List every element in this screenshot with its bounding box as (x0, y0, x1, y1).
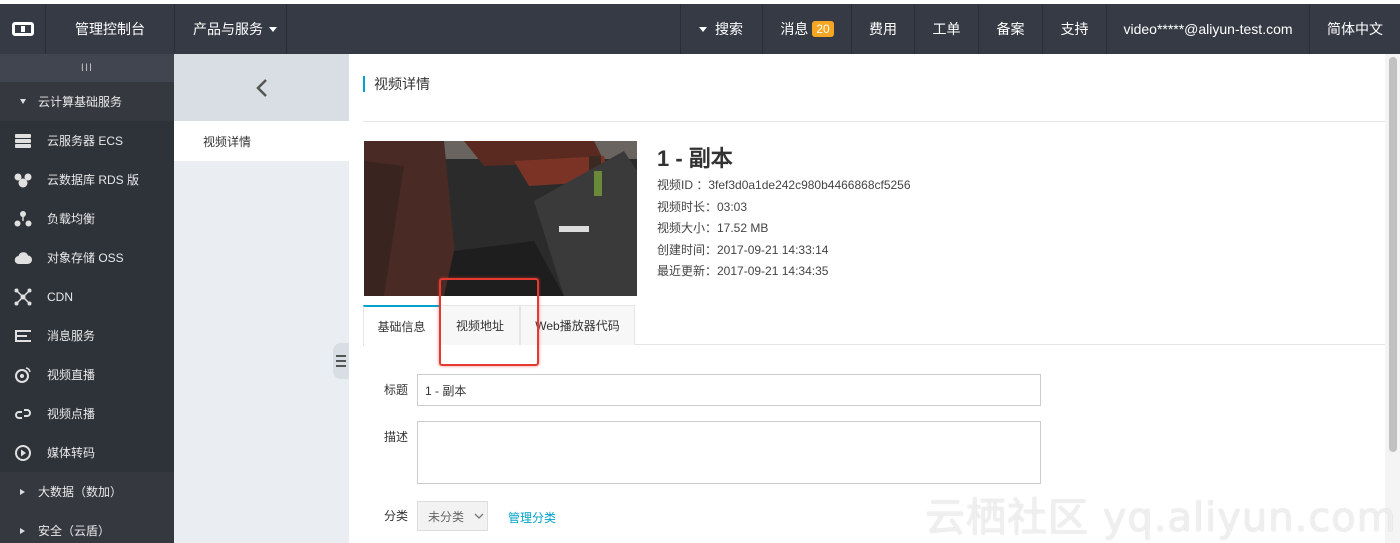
collapse-subnav-toggle[interactable] (333, 343, 349, 379)
sidebar-toggle[interactable]: III (0, 54, 174, 82)
triangle-right-icon (20, 527, 25, 534)
triangle-down-icon (20, 99, 26, 104)
page-title: 视频详情 (363, 76, 430, 92)
transcode-icon (15, 444, 31, 461)
page-scrollbar[interactable] (1385, 54, 1400, 543)
sidebar-item-label: 云服务器 ECS (47, 134, 124, 148)
video-title: 1 - 副本 (657, 146, 733, 171)
messages-count-badge: 20 (812, 21, 834, 37)
account-menu[interactable]: video*****@aliyun-test.com (1107, 4, 1310, 54)
sidebar-item-label: CDN (47, 289, 73, 304)
menu-icon (336, 355, 346, 367)
load-balancer-icon (14, 210, 32, 226)
billing-link[interactable]: 费用 (852, 4, 915, 54)
live-video-icon (15, 366, 31, 383)
sidebar-item-cdn[interactable]: CDN (0, 277, 174, 316)
video-updated: 最近更新：2017-09-21 14:34:35 (657, 264, 829, 278)
sidebar: III 云计算基础服务 云服务器 ECS 云数据库 RDS 版 负载均衡 对象存… (0, 54, 174, 543)
sidebar-item-label: 视频点播 (47, 407, 96, 421)
back-button[interactable] (174, 54, 349, 121)
video-created: 创建时间：2017-09-21 14:33:14 (657, 242, 829, 257)
sidebar-group-bigdata[interactable]: 大数据（数加） (0, 472, 174, 511)
triangle-right-icon (20, 488, 25, 495)
sidebar-item-label: 对象存储 OSS (47, 251, 124, 265)
sidebar-group-cloud[interactable]: 云计算基础服务 (0, 82, 174, 121)
subnav-item-video-detail[interactable]: 视频详情 (174, 121, 349, 161)
topbar-spacer (287, 4, 681, 54)
aliyun-logo[interactable] (0, 4, 46, 54)
support-link[interactable]: 支持 (1043, 4, 1107, 54)
sub-navigation: 视频详情 (174, 54, 349, 543)
database-icon (14, 173, 32, 187)
cdn-icon (14, 288, 32, 305)
description-label: 描述 (384, 430, 409, 444)
sidebar-item-vod[interactable]: 视频点播 (0, 394, 174, 433)
highlight-annotation (439, 278, 539, 366)
icp-link[interactable]: 备案 (979, 4, 1043, 54)
sidebar-item-oss[interactable]: 对象存储 OSS (0, 238, 174, 277)
search-label: 搜索 (715, 21, 743, 37)
chevron-down-icon (474, 513, 484, 519)
category-select[interactable]: 未分类 (417, 501, 488, 531)
sidebar-item-rds[interactable]: 云数据库 RDS 版 (0, 160, 174, 199)
search-button[interactable]: 搜索 (681, 4, 763, 54)
video-meta: 视频ID ：3fef3d0a1de242c980b4466868cf5256 视… (657, 175, 911, 283)
products-menu[interactable]: 产品与服务 (175, 4, 287, 54)
watermark: 云栖社区 yq.aliyun.com (925, 495, 1397, 541)
description-textarea[interactable] (417, 421, 1041, 484)
video-thumbnail[interactable] (364, 141, 637, 296)
category-label: 分类 (384, 509, 409, 523)
sidebar-item-label: 负载均衡 (47, 212, 96, 226)
sidebar-group-security[interactable]: 安全（云盾） (0, 511, 174, 543)
sidebar-item-label: 媒体转码 (47, 446, 96, 460)
sidebar-item-slb[interactable]: 负载均衡 (0, 199, 174, 238)
sidebar-item-mts[interactable]: 媒体转码 (0, 433, 174, 472)
video-size: 视频大小：17.52 MB (657, 221, 769, 235)
message-service-icon (15, 329, 31, 342)
top-navbar: 管理控制台 产品与服务 搜索 消息 20 费用 工单 备案 支持 video***… (0, 0, 1400, 54)
title-input[interactable]: 1 - 副本 (417, 374, 1041, 406)
console-link[interactable]: 管理控制台 (46, 4, 175, 54)
messages-label: 消息 (780, 21, 809, 37)
sidebar-group-label: 云计算基础服务 (38, 95, 123, 109)
category-value: 未分类 (428, 509, 465, 524)
server-icon (15, 133, 31, 148)
vod-icon (15, 408, 31, 419)
video-thumbnail-image (364, 141, 637, 296)
title-label: 标题 (384, 383, 409, 397)
cloud-storage-icon (14, 251, 32, 264)
sidebar-item-label: 视频直播 (47, 368, 96, 382)
caret-down-icon (699, 26, 707, 32)
header-divider (363, 121, 1385, 122)
language-switch[interactable]: 简体中文 (1310, 4, 1400, 54)
sidebar-item-label: 云数据库 RDS 版 (47, 173, 140, 187)
sidebar-group-label: 安全（云盾） (38, 524, 111, 538)
manage-category-link[interactable]: 管理分类 (508, 509, 556, 526)
video-id: 视频ID ：3fef3d0a1de242c980b4466868cf5256 (657, 178, 911, 192)
sidebar-item-live[interactable]: 视频直播 (0, 355, 174, 394)
products-label: 产品与服务 (193, 21, 263, 37)
caret-down-icon (269, 26, 277, 32)
sidebar-item-label: 消息服务 (47, 329, 96, 343)
tab-basic-info[interactable]: 基础信息 (363, 305, 440, 346)
sidebar-group-label: 大数据（数加） (38, 485, 123, 499)
sidebar-item-mns[interactable]: 消息服务 (0, 316, 174, 355)
video-duration: 视频时长：03:03 (657, 199, 748, 214)
scrollbar-thumb[interactable] (1389, 57, 1397, 452)
sidebar-item-ecs[interactable]: 云服务器 ECS (0, 121, 174, 160)
tickets-link[interactable]: 工单 (915, 4, 979, 54)
chevron-left-icon (255, 78, 267, 97)
aliyun-logo-icon (11, 22, 34, 36)
messages-button[interactable]: 消息 20 (763, 4, 852, 54)
